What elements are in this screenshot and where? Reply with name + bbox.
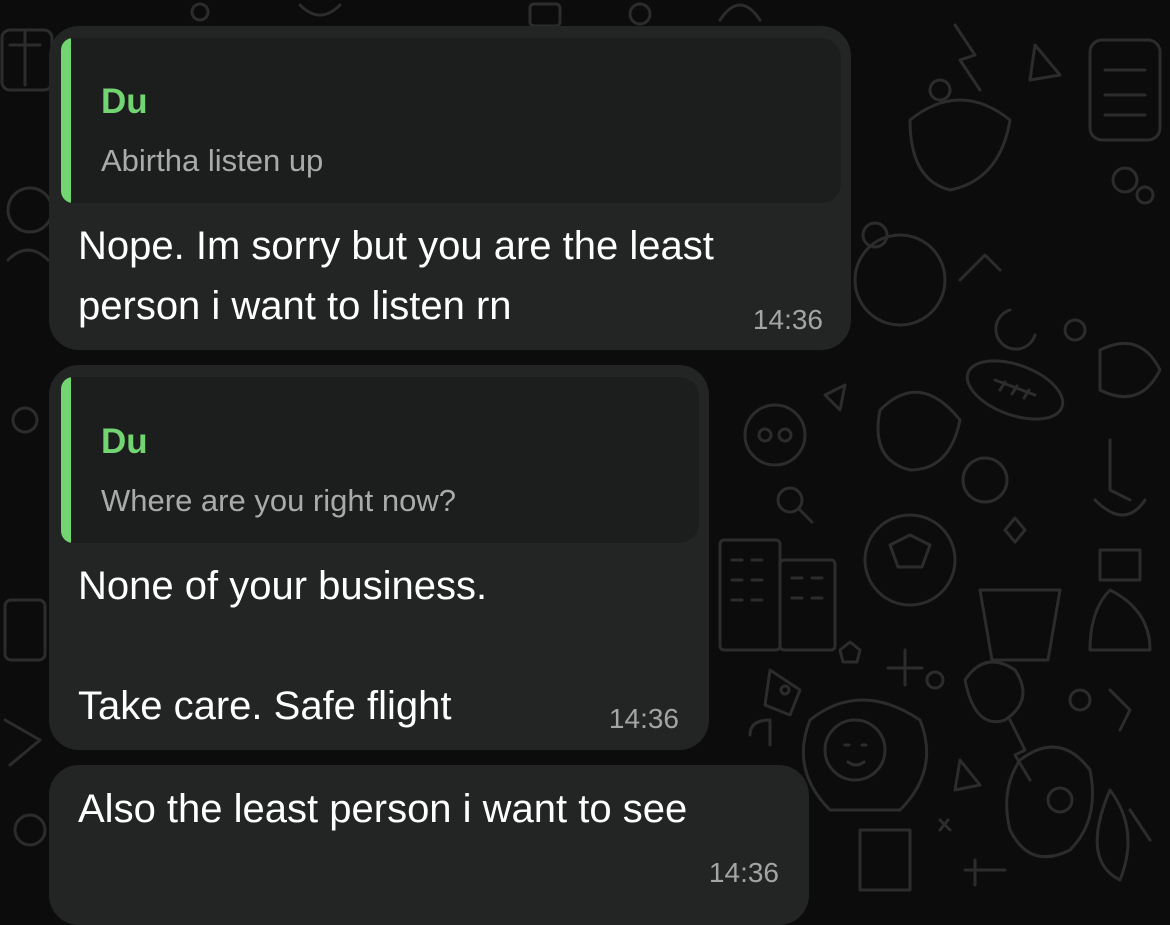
- message-bubble[interactable]: Du Where are you right now? None of your…: [49, 365, 709, 750]
- message-timestamp: 14:36: [608, 703, 679, 734]
- message-bubble[interactable]: Du Abirtha listen up Nope. Im sorry but …: [49, 26, 851, 350]
- reply-quote[interactable]: Du Where are you right now?: [61, 377, 699, 543]
- message-text: None of your business. Take care. Safe f…: [78, 564, 488, 728]
- reply-text: Where are you right now?: [101, 483, 456, 518]
- reply-accent-bar: [61, 38, 71, 203]
- message-bubble[interactable]: Also the least person i want to see 14:3…: [49, 765, 809, 925]
- reply-author: Du: [101, 82, 148, 121]
- message-timestamp: 14:36: [708, 857, 779, 888]
- reply-accent-bar: [61, 377, 71, 543]
- message-text: Also the least person i want to see: [78, 787, 688, 831]
- message-timestamp: 14:36: [752, 304, 823, 335]
- chat-area[interactable]: Du Abirtha listen up Nope. Im sorry but …: [0, 0, 1170, 925]
- reply-quote[interactable]: Du Abirtha listen up: [61, 38, 841, 203]
- reply-author: Du: [101, 422, 148, 461]
- message-text: Nope. Im sorry but you are the least per…: [78, 224, 714, 328]
- reply-text: Abirtha listen up: [101, 143, 324, 178]
